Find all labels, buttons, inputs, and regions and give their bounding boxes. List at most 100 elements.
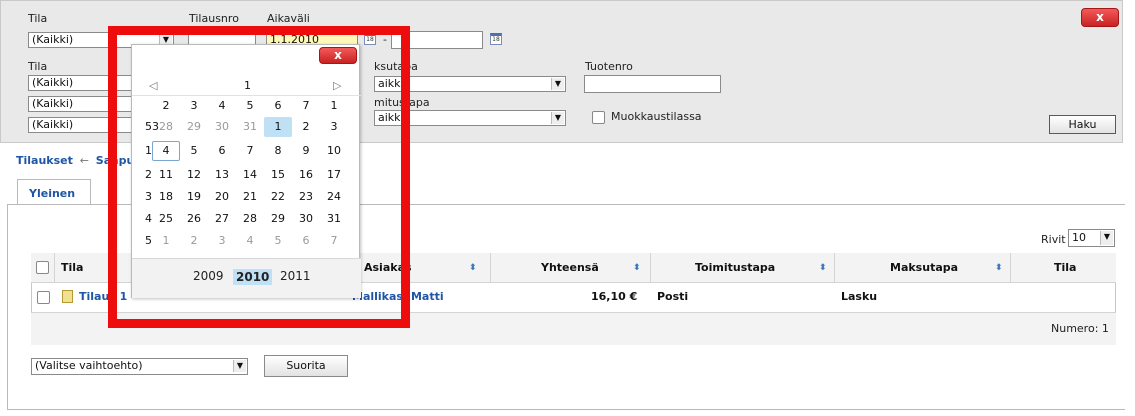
dropdown-arrow-icon: ▼ (233, 360, 246, 372)
breadcrumb-tilaukset[interactable]: Tilaukset (16, 154, 73, 167)
header-tila-last[interactable]: Tila (1011, 253, 1116, 283)
order-link[interactable]: Tilaus 1 (79, 283, 127, 311)
calendar-day[interactable]: 31 (236, 117, 264, 137)
row-checkbox[interactable] (37, 291, 50, 304)
date-to-input[interactable] (391, 31, 483, 49)
sort-icon: ⬍ (633, 263, 641, 273)
calendar-day[interactable]: 30 (208, 117, 236, 137)
calendar-day[interactable]: 6 (208, 141, 236, 161)
tuotenro-label: Tuotenro (585, 60, 633, 73)
calendar-day[interactable]: 22 (264, 187, 292, 207)
calendar-divider (132, 95, 361, 96)
calendar-day[interactable]: 26 (180, 209, 208, 229)
select-value: (Kaikki) (32, 76, 74, 89)
calendar-day[interactable]: 29 (264, 209, 292, 229)
row-count: Numero: 1 (1051, 322, 1109, 335)
calendar-day[interactable]: 18 (152, 187, 180, 207)
calendar-day[interactable]: 12 (180, 165, 208, 185)
weekday-header: 1 (330, 99, 338, 112)
select-value: (Kaikki) (32, 118, 74, 131)
calendar-month: 1 (244, 79, 251, 92)
year-next[interactable]: 2011 (280, 269, 311, 283)
calendar-day[interactable]: 10 (320, 141, 348, 161)
calendar-day[interactable]: 23 (292, 187, 320, 207)
muokkaus-label: Muokkaustilassa (611, 110, 702, 123)
toimitustapa-label: mitustapa (374, 96, 430, 109)
calendar-day[interactable]: 3 (208, 231, 236, 251)
prev-month-icon[interactable]: ◁ (149, 79, 157, 92)
tab-yleinen[interactable]: Yleinen (17, 179, 91, 205)
customer-link[interactable]: Mallikas, Matti (352, 283, 444, 311)
rivit-select[interactable]: 10 ▼ (1068, 229, 1115, 247)
calendar-day[interactable]: 14 (236, 165, 264, 185)
tila2-label: Tila (28, 60, 48, 73)
calendar-day[interactable]: 24 (320, 187, 348, 207)
calendar-day[interactable]: 2 (292, 117, 320, 137)
tuotenro-input[interactable] (584, 75, 721, 93)
calendar-day[interactable]: 11 (152, 165, 180, 185)
calendar-day[interactable]: 28 (152, 117, 180, 137)
calendar-day[interactable]: 17 (320, 165, 348, 185)
maksutapa-label: ksutapa (374, 60, 418, 73)
year-current[interactable]: 2010 (233, 269, 273, 285)
calendar-day[interactable]: 3 (320, 117, 348, 137)
calendar-day[interactable]: 16 (292, 165, 320, 185)
maksutapa-value: Lasku (841, 290, 878, 303)
calendar-day[interactable]: 6 (292, 231, 320, 251)
calendar-day[interactable]: 29 (180, 117, 208, 137)
calendar-day[interactable]: 25 (152, 209, 180, 229)
date-picker-popup: x ◁ 1 ▷ 2 3 4 5 6 7 1 53 28 29 30 31 1 2 3 1 4 5 6 7 8 9 10 2 11… (131, 44, 361, 298)
year-prev[interactable]: 2009 (193, 269, 224, 283)
maksutapa-value: aikki) (378, 77, 408, 90)
calendar-day[interactable]: 13 (208, 165, 236, 185)
calendar-day[interactable]: 19 (180, 187, 208, 207)
document-icon (62, 290, 73, 303)
calendar-day[interactable]: 28 (236, 209, 264, 229)
header-yhteensa[interactable]: Yhteensä ⬍ (491, 253, 651, 283)
toimitustapa-select[interactable]: aikki) ▼ (374, 110, 566, 126)
select-all-checkbox[interactable] (36, 261, 49, 274)
header-toimitustapa[interactable]: Toimitustapa ⬍ (651, 253, 835, 283)
breadcrumb-saapu[interactable]: Saapu (96, 154, 134, 167)
calendar-day[interactable]: 2 (180, 231, 208, 251)
calendar-day[interactable]: 20 (208, 187, 236, 207)
weekday-header: 3 (190, 99, 198, 112)
calendar-icon[interactable]: 18 (364, 33, 376, 45)
calendar-day[interactable]: 1 (264, 117, 292, 137)
calendar-day[interactable]: 21 (236, 187, 264, 207)
dropdown-arrow-icon: ▼ (551, 112, 564, 124)
calendar-day[interactable]: 31 (320, 209, 348, 229)
calendar-day[interactable]: 5 (180, 141, 208, 161)
sort-icon: ⬍ (819, 263, 827, 273)
haku-button[interactable]: Haku (1049, 115, 1116, 134)
calendar-day[interactable]: 4 (152, 141, 180, 161)
tila-label: Tila (28, 12, 48, 25)
next-month-icon[interactable]: ▷ (333, 79, 341, 92)
dropdown-arrow-icon: ▼ (551, 78, 564, 90)
calendar-day[interactable]: 5 (264, 231, 292, 251)
weekday-header: 6 (274, 99, 282, 112)
header-tila-label: Tila (61, 261, 84, 274)
header-maksutapa[interactable]: Maksutapa ⬍ (835, 253, 1011, 283)
calendar-day[interactable]: 4 (236, 231, 264, 251)
calendar-day[interactable]: 1 (152, 231, 180, 251)
header-maksutapa-label: Maksutapa (890, 261, 959, 274)
muokkaus-checkbox[interactable] (592, 111, 605, 124)
action-select-value: (Valitse vaihtoehto) (35, 359, 143, 372)
close-filter-button[interactable]: x (1081, 8, 1119, 27)
calendar-day[interactable]: 30 (292, 209, 320, 229)
maksutapa-select[interactable]: aikki) ▼ (374, 76, 566, 92)
total-value: 16,10 € (591, 290, 638, 303)
header-tila-last-label: Tila (1054, 261, 1077, 274)
calendar-day[interactable]: 7 (236, 141, 264, 161)
calendar-day[interactable]: 15 (264, 165, 292, 185)
close-calendar-button[interactable]: x (319, 47, 357, 64)
calendar-day[interactable]: 9 (292, 141, 320, 161)
suorita-button[interactable]: Suorita (264, 355, 348, 377)
calendar-day[interactable]: 7 (320, 231, 348, 251)
weekday-header: 4 (218, 99, 226, 112)
calendar-icon[interactable]: 18 (490, 33, 502, 45)
calendar-day[interactable]: 8 (264, 141, 292, 161)
action-select[interactable]: (Valitse vaihtoehto) ▼ (31, 358, 248, 375)
calendar-day[interactable]: 27 (208, 209, 236, 229)
